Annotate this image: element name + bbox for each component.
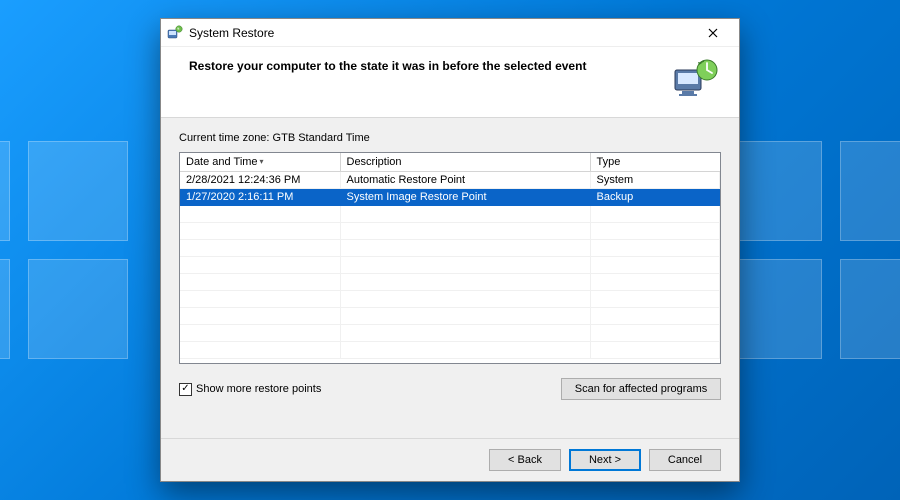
table-row-empty [180, 223, 720, 240]
cell-description: Automatic Restore Point [340, 172, 590, 189]
system-restore-dialog: System Restore Restore your computer to … [160, 18, 740, 482]
dialog-heading: Restore your computer to the state it wa… [189, 57, 671, 101]
table-row-empty [180, 257, 720, 274]
column-header-type-label: Type [597, 156, 621, 168]
close-button[interactable] [693, 19, 733, 47]
checkbox-icon: ✓ [179, 383, 192, 396]
column-header-date[interactable]: Date and Time▾ [180, 153, 340, 172]
column-header-type[interactable]: Type [590, 153, 720, 172]
table-row-empty [180, 342, 720, 359]
dialog-body: Current time zone: GTB Standard Time Dat… [161, 118, 739, 438]
cell-date: 2/28/2021 12:24:36 PM [180, 172, 340, 189]
cell-description: System Image Restore Point [340, 189, 590, 206]
below-table-controls: ✓ Show more restore points Scan for affe… [179, 378, 721, 400]
close-icon [708, 28, 718, 38]
table-row[interactable]: 2/28/2021 12:24:36 PM Automatic Restore … [180, 172, 720, 189]
next-button[interactable]: Next > [569, 449, 641, 471]
windows-logo-decor-left [0, 141, 128, 359]
restore-points-table: Date and Time▾ Description Type 2/28/202… [179, 152, 721, 364]
dialog-header: Restore your computer to the state it wa… [161, 47, 739, 118]
column-header-description[interactable]: Description [340, 153, 590, 172]
column-header-description-label: Description [347, 156, 402, 168]
show-more-checkbox[interactable]: ✓ Show more restore points [179, 383, 551, 396]
table-row-empty [180, 291, 720, 308]
dialog-footer: < Back Next > Cancel [161, 438, 739, 481]
sort-desc-icon: ▾ [260, 157, 264, 166]
table-row-empty [180, 308, 720, 325]
table-row-empty [180, 274, 720, 291]
cell-date: 1/27/2020 2:16:11 PM [180, 189, 340, 206]
scan-affected-button[interactable]: Scan for affected programs [561, 378, 721, 400]
back-button[interactable]: < Back [489, 449, 561, 471]
column-header-date-label: Date and Time [186, 156, 258, 168]
table-row-empty [180, 206, 720, 223]
timezone-label: Current time zone: GTB Standard Time [179, 132, 721, 144]
show-more-label: Show more restore points [196, 383, 321, 395]
system-restore-icon [167, 25, 183, 41]
windows-logo-decor-right [722, 141, 900, 359]
cell-type: Backup [590, 189, 720, 206]
table-row[interactable]: 1/27/2020 2:16:11 PM System Image Restor… [180, 189, 720, 206]
cell-type: System [590, 172, 720, 189]
titlebar: System Restore [161, 19, 739, 47]
table-row-empty [180, 325, 720, 342]
restore-header-icon [671, 57, 721, 101]
window-title: System Restore [189, 26, 693, 40]
cancel-button[interactable]: Cancel [649, 449, 721, 471]
table-row-empty [180, 240, 720, 257]
